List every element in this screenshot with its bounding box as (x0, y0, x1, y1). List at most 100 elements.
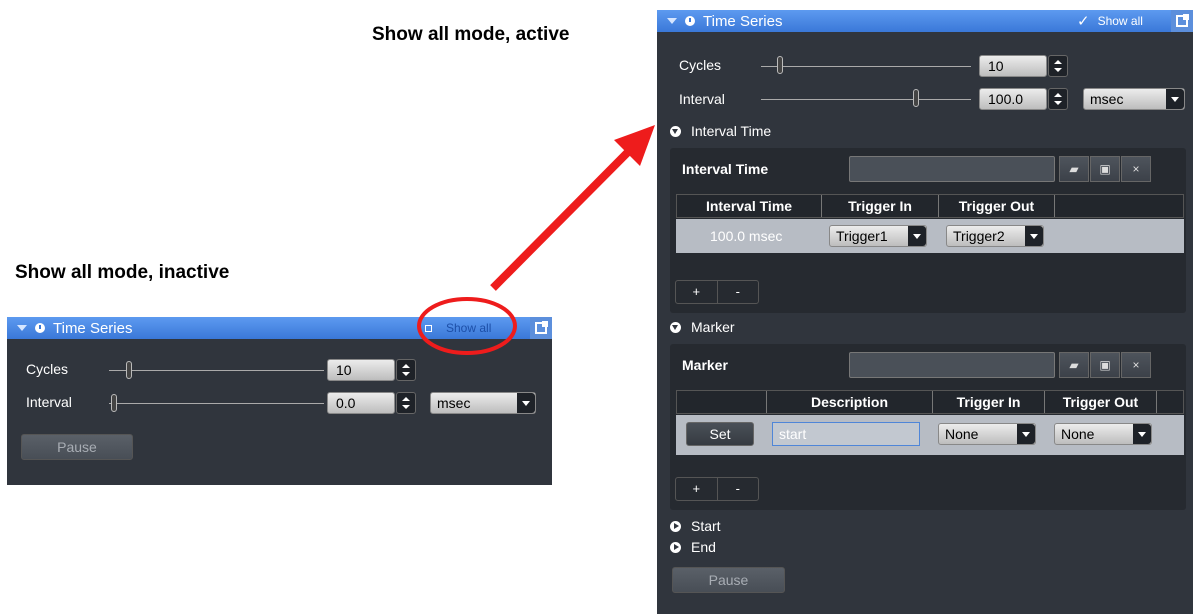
end-label: End (691, 539, 716, 555)
caption-active: Show all mode, active (372, 24, 570, 45)
save-icon: ▣ (1099, 162, 1111, 176)
collapse-triangle-icon[interactable] (667, 18, 677, 24)
table-row[interactable]: Set start None None (676, 415, 1184, 455)
column-header[interactable]: Interval Time (677, 195, 822, 217)
trigger-in-select[interactable]: None (938, 423, 1036, 445)
interval-time-section-header[interactable]: Interval Time (670, 123, 771, 139)
folder-open-button[interactable]: ▰ (1059, 352, 1089, 378)
chevron-down-icon (517, 393, 535, 413)
show-all-label: Show all (446, 321, 492, 335)
show-all-toggle[interactable]: Show all (425, 317, 491, 339)
table-row[interactable]: 100.0 msec Trigger1 Trigger2 (676, 219, 1184, 253)
set-marker-button[interactable]: Set (686, 422, 754, 446)
interval-unit-value: msec (1090, 91, 1124, 107)
chevron-down-icon (1025, 226, 1043, 246)
interval-time-field-label: Interval Time (682, 161, 769, 177)
panel-titlebar[interactable]: Time Series Show all (7, 317, 552, 339)
folder-open-button[interactable]: ▰ (1059, 156, 1089, 182)
cycles-input[interactable]: 10 (979, 55, 1047, 77)
detach-button[interactable] (530, 317, 552, 339)
checkmark-icon: ✓ (1077, 13, 1090, 30)
cycles-slider-handle[interactable] (777, 56, 783, 74)
interval-time-section-label: Interval Time (691, 123, 772, 139)
chevron-down-icon (1017, 424, 1035, 444)
interval-input[interactable]: 100.0 (979, 88, 1047, 110)
panel-title: Time Series (703, 12, 783, 30)
trigger-in-select[interactable]: Trigger1 (829, 225, 927, 247)
cycles-label: Cycles (26, 361, 69, 377)
detach-icon (535, 321, 548, 334)
interval-label: Interval (26, 394, 72, 410)
add-row-button[interactable]: + (676, 281, 717, 303)
panel-titlebar[interactable]: Time Series ✓ Show all (657, 10, 1193, 32)
arrow-line (490, 147, 633, 291)
show-all-label: Show all (1097, 14, 1143, 28)
interval-slider-handle[interactable] (913, 89, 919, 107)
cycles-slider[interactable] (761, 66, 971, 67)
expand-down-icon (670, 321, 681, 333)
save-button[interactable]: ▣ (1090, 352, 1120, 378)
folder-open-icon: ▰ (1069, 358, 1079, 372)
cycles-spinner[interactable] (396, 359, 416, 381)
start-section-header[interactable]: Start (670, 518, 721, 534)
marker-table-header: Description Trigger In Trigger Out (676, 390, 1184, 414)
remove-row-button[interactable]: - (716, 281, 759, 303)
add-row-button[interactable]: + (676, 478, 717, 500)
clock-icon (685, 16, 695, 26)
interval-label: Interval (679, 91, 725, 107)
cycles-input[interactable]: 10 (327, 359, 395, 381)
pause-button[interactable]: Pause (21, 434, 133, 460)
column-header[interactable] (677, 391, 767, 413)
interval-slider[interactable] (761, 99, 971, 100)
interval-unit-select[interactable]: msec (430, 392, 536, 414)
arrow-head (614, 125, 655, 166)
column-header[interactable]: Trigger In (933, 391, 1045, 413)
clock-icon (35, 323, 45, 333)
interval-time-table-header: Interval Time Trigger In Trigger Out (676, 194, 1184, 218)
save-icon: ▣ (1099, 358, 1111, 372)
detach-button[interactable] (1171, 10, 1193, 32)
close-icon: × (1132, 162, 1140, 176)
trigger-out-value: Trigger2 (953, 228, 1005, 244)
interval-unit-value: msec (437, 395, 471, 411)
chevron-down-icon (1133, 424, 1151, 444)
interval-slider[interactable] (109, 403, 324, 404)
interval-time-field[interactable] (849, 156, 1055, 182)
cycles-slider[interactable] (109, 370, 324, 371)
marker-section-header[interactable]: Marker (670, 319, 735, 335)
column-header[interactable]: Trigger Out (1045, 391, 1157, 413)
time-series-panel-inactive: Time Series Show all Cycles 10 Interval … (7, 317, 552, 485)
show-all-checkbox[interactable] (425, 324, 432, 332)
pause-button[interactable]: Pause (672, 567, 785, 593)
start-label: Start (691, 518, 721, 534)
marker-field[interactable] (849, 352, 1055, 378)
detach-icon (1176, 14, 1189, 27)
remove-row-button[interactable]: - (716, 478, 759, 500)
save-button[interactable]: ▣ (1090, 156, 1120, 182)
interval-time-add-remove: + - (675, 280, 759, 304)
cycles-label: Cycles (679, 57, 722, 73)
column-header[interactable]: Trigger In (822, 195, 939, 217)
collapse-triangle-icon[interactable] (17, 325, 27, 331)
trigger-out-select[interactable]: None (1054, 423, 1152, 445)
trigger-out-select[interactable]: Trigger2 (946, 225, 1044, 247)
interval-input[interactable]: 0.0 (327, 392, 395, 414)
caption-inactive: Show all mode, inactive (15, 262, 230, 283)
interval-unit-select[interactable]: msec (1083, 88, 1185, 110)
trigger-in-value: Trigger1 (836, 228, 888, 244)
column-header[interactable]: Description (767, 391, 933, 413)
column-header[interactable]: Trigger Out (939, 195, 1055, 217)
interval-spinner[interactable] (1048, 88, 1068, 110)
interval-spinner[interactable] (396, 392, 416, 414)
marker-section-label: Marker (691, 319, 735, 335)
marker-add-remove: + - (675, 477, 759, 501)
cycles-spinner[interactable] (1048, 55, 1068, 77)
clear-button[interactable]: × (1121, 156, 1151, 182)
interval-slider-handle[interactable] (111, 394, 117, 412)
cycles-slider-handle[interactable] (126, 361, 132, 379)
clear-button[interactable]: × (1121, 352, 1151, 378)
end-section-header[interactable]: End (670, 539, 716, 555)
marker-description-input[interactable]: start (772, 422, 920, 446)
expand-right-icon (670, 520, 681, 532)
show-all-toggle[interactable]: ✓ Show all (1077, 10, 1143, 32)
